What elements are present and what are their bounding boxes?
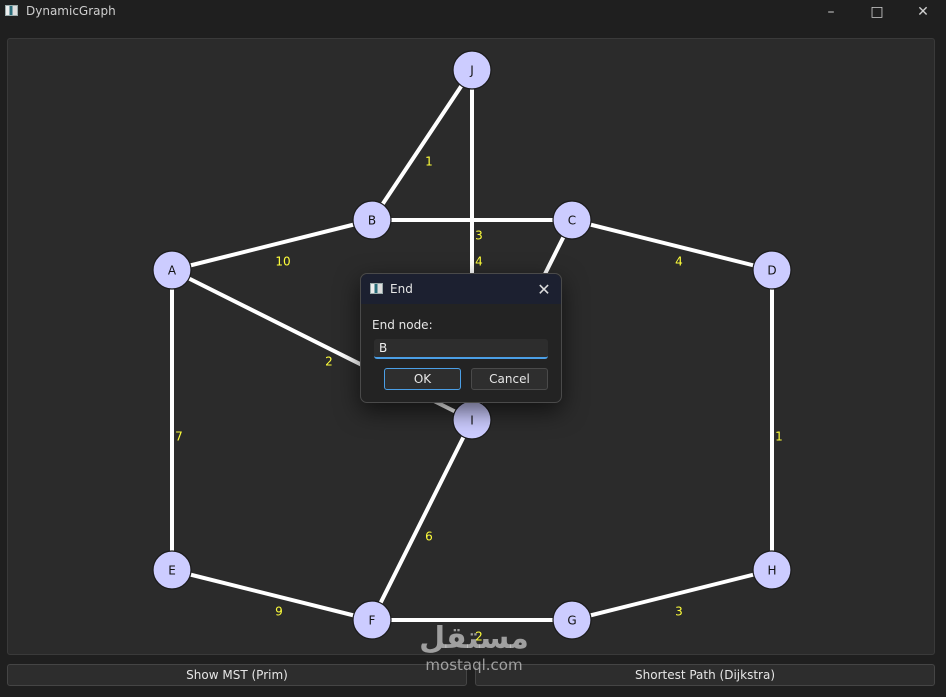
edge-G-H <box>571 568 773 622</box>
edge-weight-A-E: 7 <box>175 430 183 444</box>
edge-weight-C-D: 4 <box>675 255 683 269</box>
edge-A-B <box>171 218 373 272</box>
edge-weight-D-H: 1 <box>775 430 783 444</box>
app-window: DynamicGraph – □ ✕ 1 4 3 10 4 2 7 1 6 9 2 3 A B C D E F G H… <box>0 0 946 697</box>
edge-weight-G-H: 3 <box>675 605 683 619</box>
edge-weight-B-C: 3 <box>475 229 483 243</box>
node-label-F: F <box>369 614 376 628</box>
minimize-icon[interactable]: – <box>808 0 854 24</box>
node-label-A: A <box>168 264 177 278</box>
watermark: مستقل mostaql.com <box>413 622 535 682</box>
node-A[interactable]: A <box>152 250 192 290</box>
show-mst-button[interactable]: Show MST (Prim) <box>7 664 467 686</box>
ok-label: OK <box>413 372 432 386</box>
shortest-path-button[interactable]: Shortest Path (Dijkstra) <box>475 664 935 686</box>
maximize-icon[interactable]: □ <box>854 0 900 24</box>
node-G[interactable]: G <box>552 600 592 640</box>
node-label-C: C <box>568 214 576 228</box>
node-D[interactable]: D <box>752 250 792 290</box>
node-label-I: I <box>470 414 474 428</box>
node-label-D: D <box>767 264 776 278</box>
edge-weight-E-F: 9 <box>275 605 283 619</box>
node-label-B: B <box>368 214 376 228</box>
edge-weight-I-F: 6 <box>425 530 433 544</box>
node-E[interactable]: E <box>152 550 192 590</box>
edge-J-B <box>370 68 474 222</box>
edge-C-D <box>571 218 773 272</box>
node-H[interactable]: H <box>752 550 792 590</box>
end-node-label: End node: <box>372 318 433 332</box>
edge-weight-A-B: 10 <box>275 255 290 269</box>
window-title: DynamicGraph <box>26 4 116 18</box>
close-icon[interactable]: ✕ <box>900 0 946 24</box>
end-node-input[interactable] <box>374 339 548 359</box>
dialog-app-icon <box>370 283 383 294</box>
dialog-title-bar[interactable]: End ✕ <box>361 274 561 304</box>
title-bar[interactable]: DynamicGraph – □ ✕ <box>0 0 946 24</box>
node-J[interactable]: J <box>452 50 492 90</box>
edge-weight-J-I: 4 <box>475 255 483 269</box>
dialog-close-icon[interactable]: ✕ <box>533 278 555 300</box>
node-label-E: E <box>168 564 176 578</box>
cancel-label: Cancel <box>489 372 530 386</box>
app-icon <box>5 5 18 16</box>
ok-button[interactable]: OK <box>384 368 461 390</box>
edge-I-F <box>370 419 474 621</box>
node-F[interactable]: F <box>352 600 392 640</box>
watermark-arabic: مستقل <box>419 621 529 656</box>
cancel-button[interactable]: Cancel <box>471 368 548 390</box>
show-mst-label: Show MST (Prim) <box>186 668 288 682</box>
watermark-latin: mostaql.com <box>425 656 523 674</box>
node-label-J: J <box>469 64 474 78</box>
node-I[interactable]: I <box>452 400 492 440</box>
node-B[interactable]: B <box>352 200 392 240</box>
edge-weight-A-I: 2 <box>325 355 333 369</box>
edge-E-F <box>171 568 373 622</box>
dialog-title: End <box>390 282 413 296</box>
node-label-H: H <box>767 564 776 578</box>
edge-weight-J-B: 1 <box>425 155 433 169</box>
end-node-dialog: End ✕ End node: OK Cancel <box>360 273 562 403</box>
node-label-G: G <box>567 614 576 628</box>
shortest-path-label: Shortest Path (Dijkstra) <box>635 668 775 682</box>
node-C[interactable]: C <box>552 200 592 240</box>
